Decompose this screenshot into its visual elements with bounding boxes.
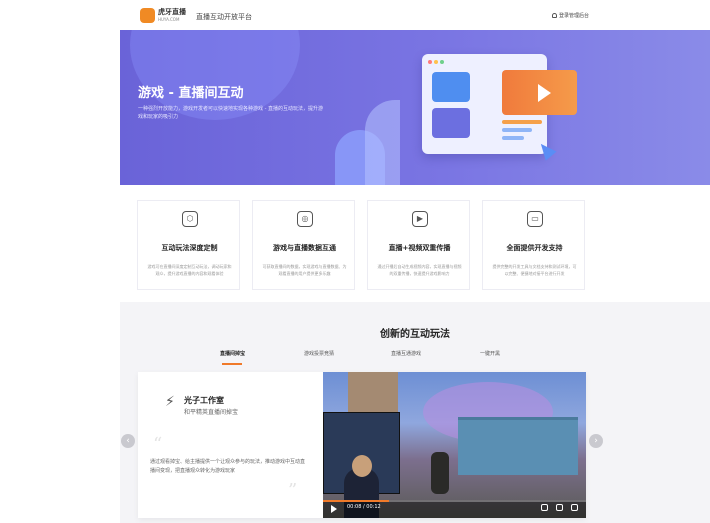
feature-title: 互动玩法深度定制 — [161, 244, 218, 252]
login-label: 登录管理后台 — [559, 13, 590, 19]
video-camera-icon: ▶ — [412, 211, 428, 227]
studio-subtitle: 和平精英直播间掉宝 — [184, 409, 239, 416]
huya-logo[interactable]: 虎牙直播 HUYA.COM — [140, 8, 190, 23]
feature-title: 全面提供开发支持 — [506, 244, 563, 252]
volume-icon[interactable] — [541, 504, 548, 511]
feature-desc: 通过开播后自动生成视频内容，实现直播与视频的双重传播，快速提升游戏影响力 — [377, 264, 462, 276]
settings-icon[interactable] — [556, 504, 563, 511]
hero-description: 一种强烈开放能力，游戏开发者可以快速地实现各种游戏 - 直播的互动玩法，提升游戏… — [138, 106, 323, 120]
hero-banner: 游戏 - 直播间互动 一种强烈开放能力，游戏开发者可以快速地实现各种游戏 - 直… — [120, 30, 710, 185]
hero-title: 游戏 - 直播间互动 — [138, 86, 244, 101]
gift-icon — [432, 72, 470, 102]
carousel-next-button[interactable]: › — [589, 434, 603, 448]
streamer-head — [352, 455, 372, 477]
tab-loot-drop[interactable]: 直播间掉宝 — [220, 350, 245, 357]
section-title: 创新的互动玩法 — [380, 329, 450, 340]
video-tile — [502, 70, 577, 115]
active-tab-indicator — [222, 363, 242, 365]
close-quote-icon: ” — [288, 480, 298, 501]
gamepad-icon: ◎ — [297, 211, 313, 227]
user-icon — [552, 13, 557, 18]
top-navbar: 虎牙直播 HUYA.COM 直播互动开放平台 登录管理后台 — [0, 0, 710, 30]
gamepad-icon — [432, 108, 470, 138]
feature-title: 直播+视频双重传播 — [388, 244, 451, 252]
decorative-blob — [365, 100, 400, 185]
scene-container — [458, 417, 578, 475]
tab-vote-guess[interactable]: 游戏投票竞猜 — [304, 350, 334, 357]
tab-bar: 直播间掉宝 游戏投票竞猜 直播互通游戏 一键开黑 — [120, 350, 710, 364]
monitor-icon: ▭ — [527, 211, 543, 227]
logo-name: 虎牙直播 — [158, 8, 186, 16]
tab-live-game[interactable]: 直播互通游戏 — [391, 350, 421, 357]
streamer-camera — [323, 412, 400, 518]
fullscreen-icon[interactable] — [571, 504, 578, 511]
feature-desc: 可获取直播间的数据，实现游戏与直播数据、为观看直播的用户提供更多乐趣 — [262, 264, 347, 276]
showcase-card: ⚡ 光子工作室 和平精英直播间掉宝 “ 通过观看掉宝、给主播提供一个让观众参与的… — [138, 372, 586, 518]
video-time: 00:08 / 00:12 — [347, 504, 381, 510]
feature-cards: ⬡ 互动玩法深度定制 游戏可在直播间深度定制互动玩法，调动玩家和观众，提升游戏直… — [137, 200, 587, 290]
video-player[interactable]: 00:08 / 00:12 — [323, 372, 586, 518]
tab-team-up[interactable]: 一键开黑 — [480, 350, 500, 357]
studio-name: 光子工作室 — [184, 396, 224, 405]
carousel-prev-button[interactable]: ‹ — [121, 434, 135, 448]
login-link[interactable]: 登录管理后台 — [552, 12, 589, 19]
feature-desc: 游戏可在直播间深度定制互动玩法，调动玩家和观众，提升游戏直播的内容和观看体验 — [147, 264, 232, 276]
feature-card[interactable]: ▭ 全面提供开发支持 提供完整的开发工具与文档支持和测试环境，可以完整、便捷地对… — [482, 200, 585, 290]
feature-desc: 提供完整的开发工具与文档支持和测试环境，可以完整、便捷地对接平台进行开发 — [492, 264, 577, 276]
scene-soldier — [431, 452, 449, 494]
open-quote-icon: “ — [153, 434, 163, 455]
feature-card[interactable]: ▶ 直播+视频双重传播 通过开播后自动生成视频内容，实现直播与视频的双重传播，快… — [367, 200, 470, 290]
progress-bar[interactable] — [323, 500, 586, 502]
feature-title: 游戏与直播数据互通 — [273, 244, 336, 252]
lightning-icon: ⚡ — [165, 394, 175, 410]
logo-mark-icon — [140, 8, 155, 23]
logo-sub: HUYA.COM — [158, 17, 180, 22]
hexagon-gear-icon: ⬡ — [182, 211, 198, 227]
feature-card[interactable]: ⬡ 互动玩法深度定制 游戏可在直播间深度定制互动玩法，调动玩家和观众，提升游戏直… — [137, 200, 240, 290]
showcase-description: 通过观看掉宝、给主播提供一个让观众参与的玩法，推动游戏中互动直播间变现，把直播观… — [150, 459, 306, 474]
play-icon — [538, 84, 551, 102]
play-icon[interactable] — [331, 505, 337, 513]
feature-card[interactable]: ◎ 游戏与直播数据互通 可获取直播间的数据，实现游戏与直播数据、为观看直播的用户… — [252, 200, 355, 290]
platform-title[interactable]: 直播互动开放平台 — [196, 12, 252, 22]
progress-fill — [323, 500, 389, 502]
video-controls: 00:08 / 00:12 — [323, 500, 586, 518]
hero-illustration — [422, 54, 582, 174]
